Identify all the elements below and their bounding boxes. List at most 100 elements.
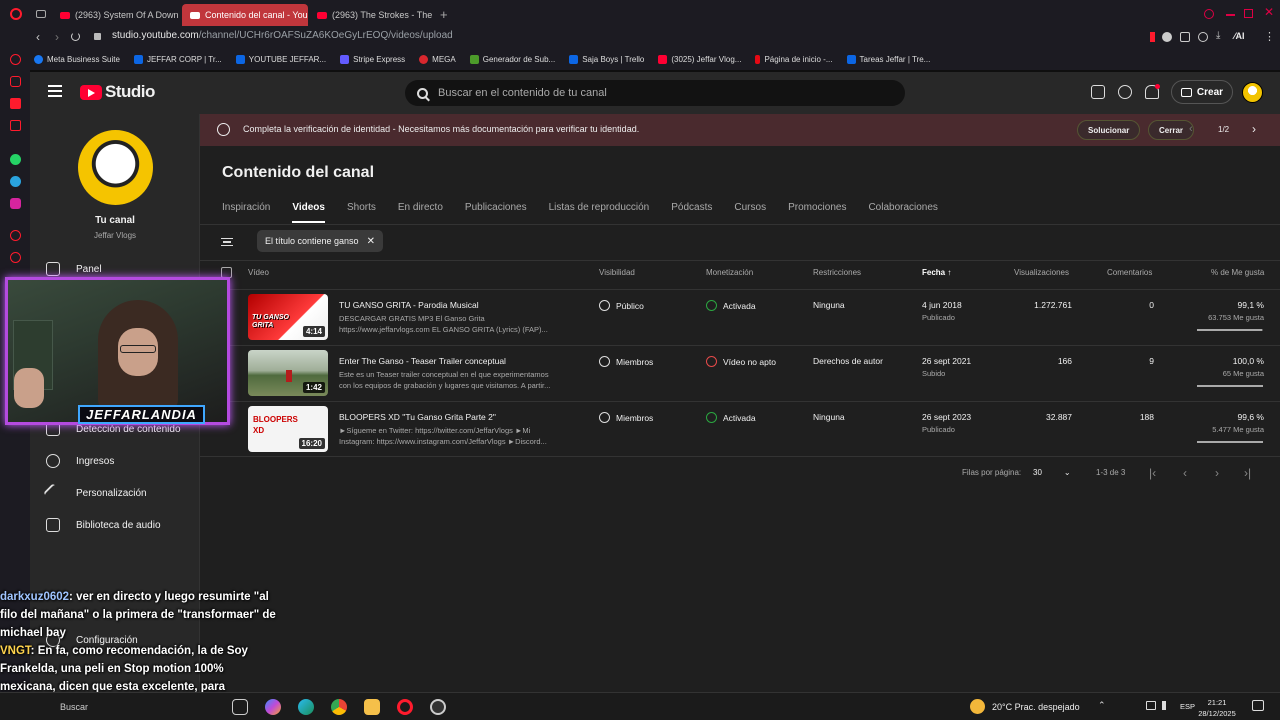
taskbar-search[interactable]: Buscar: [60, 702, 88, 712]
monetization-cell[interactable]: Vídeo no apto: [706, 356, 776, 367]
hamburger-menu-icon[interactable]: [48, 85, 62, 97]
visibility-cell[interactable]: Miembros: [599, 356, 653, 367]
close-window-button[interactable]: ✕: [1264, 5, 1274, 19]
next-page-icon[interactable]: ›: [1215, 466, 1219, 480]
edge-icon[interactable]: [298, 699, 314, 715]
sidebar-item-earnings[interactable]: Ingresos: [46, 454, 114, 468]
url-field[interactable]: studio.youtube.com/channel/UCHr6rOAFSuZA…: [112, 30, 453, 41]
bookmark-jeffar-corp[interactable]: JEFFAR CORP | Tr...: [133, 54, 222, 64]
table-row[interactable]: TU GANSO GRITA 4:14 TU GANSO GRITA - Par…: [200, 289, 1280, 345]
new-tab-button[interactable]: +: [440, 7, 448, 22]
task-view-icon[interactable]: [232, 699, 248, 715]
bookmark-jeffar-vlogs[interactable]: (3025) Jeffar Vlog...: [658, 54, 741, 64]
tray-chevron-icon[interactable]: ⌃: [1098, 700, 1106, 711]
table-row[interactable]: 1:42 Enter The Ganso - Teaser Trailer co…: [200, 345, 1280, 401]
opera-icon[interactable]: [397, 699, 413, 715]
weather-text[interactable]: 20°C Prac. despejado: [992, 702, 1080, 712]
table-row[interactable]: BLOOPERS XD 16:20 BLOOPERS XD "Tu Ganso …: [200, 401, 1280, 457]
resolve-button[interactable]: Solucionar: [1077, 120, 1141, 140]
search-input[interactable]: Buscar en el contenido de tu canal: [405, 80, 905, 106]
visibility-cell[interactable]: Público: [599, 300, 644, 311]
reload-icon[interactable]: [71, 32, 80, 41]
rows-per-page-select[interactable]: 30 ⌄: [1033, 468, 1071, 477]
messenger-icon[interactable]: [10, 76, 21, 87]
extensions-icon[interactable]: [1180, 32, 1190, 42]
clock[interactable]: 21:21 28/12/2025: [1197, 697, 1237, 719]
tab-shorts[interactable]: Shorts: [347, 202, 376, 223]
chrome-icon[interactable]: [331, 699, 347, 715]
file-explorer-icon[interactable]: [364, 699, 380, 715]
column-date[interactable]: Fecha ↑: [922, 268, 951, 277]
video-title[interactable]: BLOOPERS XD "Tu Ganso Grita Parte 2": [339, 412, 496, 422]
sidebar-item-customization[interactable]: Personalización: [43, 483, 147, 503]
feedback-icon[interactable]: [1091, 85, 1105, 99]
tab-inspiracion[interactable]: Inspiración: [222, 202, 270, 223]
back-icon[interactable]: ‹: [36, 30, 40, 44]
player-icon[interactable]: [10, 230, 21, 241]
studio-logo[interactable]: Studio: [80, 82, 155, 102]
tab-colaboraciones[interactable]: Colaboraciones: [868, 202, 938, 223]
volume-icon[interactable]: [1162, 701, 1172, 710]
copilot-icon[interactable]: [265, 699, 281, 715]
minimize-button[interactable]: [1226, 14, 1235, 16]
aria-icon[interactable]: [10, 54, 21, 65]
tab-promociones[interactable]: Promociones: [788, 202, 846, 223]
bookmark-stripe-express[interactable]: Stripe Express: [340, 54, 405, 64]
prev-notice-icon[interactable]: ‹: [1189, 123, 1193, 135]
video-thumbnail[interactable]: TU GANSO GRITA 4:14: [248, 294, 328, 340]
video-thumbnail[interactable]: 1:42: [248, 350, 328, 396]
next-notice-icon[interactable]: ›: [1252, 122, 1256, 136]
create-button[interactable]: Crear: [1171, 80, 1233, 104]
snapshot-icon[interactable]: [1198, 32, 1208, 42]
whatsapp-icon[interactable]: [10, 154, 21, 165]
chat-icon[interactable]: [10, 98, 21, 109]
channel-avatar[interactable]: [78, 130, 153, 205]
monetization-cell[interactable]: Activada: [706, 300, 756, 311]
opera-logo-icon[interactable]: [10, 8, 22, 20]
vpn-icon[interactable]: [1162, 32, 1172, 42]
monetization-cell[interactable]: Activada: [706, 412, 756, 423]
tab-en-directo[interactable]: En directo: [398, 202, 443, 223]
bookmark-saja-boys[interactable]: Saja Boys | Trello: [569, 54, 644, 64]
visibility-cell[interactable]: Miembros: [599, 412, 653, 423]
filter-icon[interactable]: [221, 238, 233, 246]
bookmark-generador-subtitulos[interactable]: Generador de Sub...: [469, 54, 555, 64]
bookmark-youtube-jeffar[interactable]: YOUTUBE JEFFAR...: [235, 54, 326, 64]
video-thumbnail[interactable]: BLOOPERS XD 16:20: [248, 406, 328, 452]
bookmark-icon[interactable]: [1150, 32, 1155, 42]
sidebar-item-panel[interactable]: Panel: [46, 262, 102, 276]
sidebar-item-audio-library[interactable]: Biblioteca de audio: [46, 518, 161, 532]
account-avatar[interactable]: [1242, 82, 1263, 103]
language-indicator[interactable]: ESP: [1180, 702, 1195, 711]
video-title[interactable]: Enter The Ganso - Teaser Trailer concept…: [339, 356, 506, 366]
bookmark-meta-business-suite[interactable]: Meta Business Suite: [34, 54, 120, 64]
bookmark-pagina-inicio[interactable]: Página de inicio -...: [755, 54, 833, 64]
music-icon[interactable]: [10, 120, 21, 131]
tab-the-strokes[interactable]: (2963) The Strokes - The A: [309, 4, 433, 26]
browser-menu-icon[interactable]: ⋮: [1264, 30, 1275, 43]
video-title[interactable]: TU GANSO GRITA - Parodia Musical: [339, 300, 479, 310]
tab-podcasts[interactable]: Pódcasts: [671, 202, 712, 223]
tab-overview-icon[interactable]: [36, 10, 46, 18]
last-page-icon[interactable]: ›|: [1244, 466, 1251, 480]
tab-system-of-a-down[interactable]: (2963) System Of A Down: [52, 4, 180, 26]
instagram-icon[interactable]: [10, 198, 21, 209]
tab-videos[interactable]: Videos: [292, 202, 325, 223]
tab-contenido-del-canal[interactable]: Contenido del canal - You: [182, 4, 308, 26]
bookmark-tareas-jeffar[interactable]: Tareas Jeffar | Tre...: [846, 54, 930, 64]
network-icon[interactable]: [1146, 701, 1156, 710]
maximize-button[interactable]: [1244, 9, 1253, 18]
tab-listas[interactable]: Listas de reproducción: [549, 202, 650, 223]
notifications-icon[interactable]: [1252, 700, 1264, 711]
restrictions-cell[interactable]: Derechos de autor: [813, 356, 883, 366]
forward-icon[interactable]: ›: [55, 30, 59, 44]
filter-chip[interactable]: El título contiene ganso ✕: [257, 230, 383, 252]
close-icon[interactable]: ✕: [367, 236, 375, 247]
tab-cursos[interactable]: Cursos: [734, 202, 766, 223]
close-banner-button[interactable]: Cerrar: [1148, 120, 1195, 140]
search-tabs-icon[interactable]: [1204, 9, 1214, 19]
prev-page-icon[interactable]: ‹: [1183, 466, 1187, 480]
history-icon[interactable]: [10, 252, 21, 263]
first-page-icon[interactable]: |‹: [1149, 466, 1156, 480]
download-icon[interactable]: ⤓: [1216, 30, 1220, 41]
